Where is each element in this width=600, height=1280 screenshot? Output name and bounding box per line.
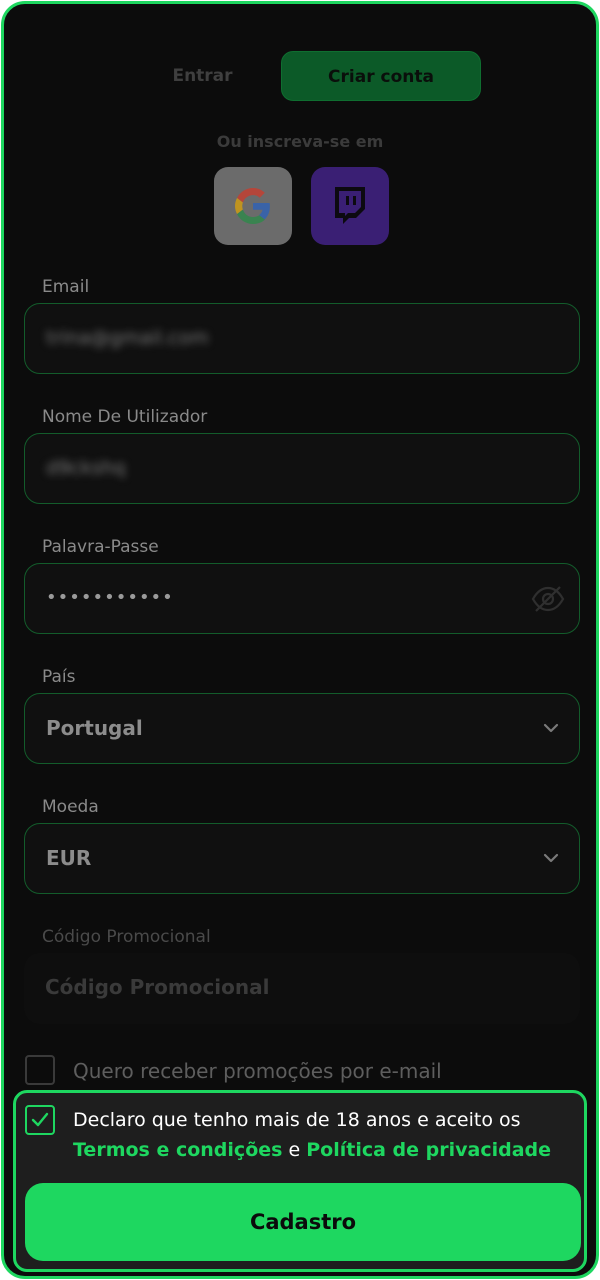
password-label: Palavra-Passe (42, 537, 159, 557)
promo-placeholder: Código Promocional (45, 975, 270, 999)
privacy-link[interactable]: Política de privacidade (306, 1139, 551, 1161)
email-value: trina@gmail.com (46, 327, 209, 349)
password-field[interactable]: ••••••••••• (24, 563, 580, 634)
email-label: Email (42, 277, 90, 297)
promo-input[interactable]: Código Promocional (24, 953, 580, 1024)
country-select[interactable]: Portugal (24, 693, 580, 764)
country-value: Portugal (46, 716, 143, 740)
tab-login[interactable]: Entrar (125, 51, 280, 101)
checkmark-icon (31, 1112, 49, 1127)
username-field[interactable]: d9ckshq (24, 433, 580, 504)
currency-value: EUR (46, 846, 92, 870)
country-label: País (42, 667, 76, 687)
username-value: d9ckshq (46, 457, 126, 479)
newsletter-checkbox[interactable] (25, 1055, 55, 1085)
email-field[interactable]: trina@gmail.com (24, 303, 580, 374)
newsletter-label: Quero receber promoções por e-mail (73, 1059, 442, 1083)
register-submit-button[interactable]: Cadastro (25, 1183, 581, 1261)
twitch-signup-button[interactable] (311, 167, 389, 245)
eye-off-icon[interactable] (531, 584, 565, 614)
social-subtitle: Ou inscreva-se em (216, 132, 384, 151)
twitch-icon (335, 187, 365, 224)
terms-link[interactable]: Termos e condições (73, 1139, 282, 1161)
google-signup-button[interactable] (214, 167, 292, 245)
register-modal: Entrar Criar conta Ou inscreva-se em Ema… (1, 1, 599, 1279)
auth-tabs: Entrar Criar conta (125, 51, 485, 101)
currency-label: Moeda (42, 797, 99, 817)
consent-joiner: e (288, 1139, 301, 1161)
consent-links: Termos e condições e Política de privaci… (73, 1139, 551, 1161)
tab-register[interactable]: Criar conta (281, 51, 481, 101)
promo-label: Código Promocional (42, 927, 211, 947)
consent-checkbox[interactable] (25, 1105, 55, 1135)
chevron-down-icon (543, 853, 559, 863)
chevron-down-icon (543, 723, 559, 733)
currency-select[interactable]: EUR (24, 823, 580, 894)
password-value: ••••••••••• (46, 587, 174, 608)
username-label: Nome De Utilizador (42, 407, 208, 427)
consent-text: Declaro que tenho mais de 18 anos e acei… (73, 1109, 521, 1131)
consent-panel: Declaro que tenho mais de 18 anos e acei… (13, 1090, 587, 1272)
google-icon (235, 188, 270, 224)
